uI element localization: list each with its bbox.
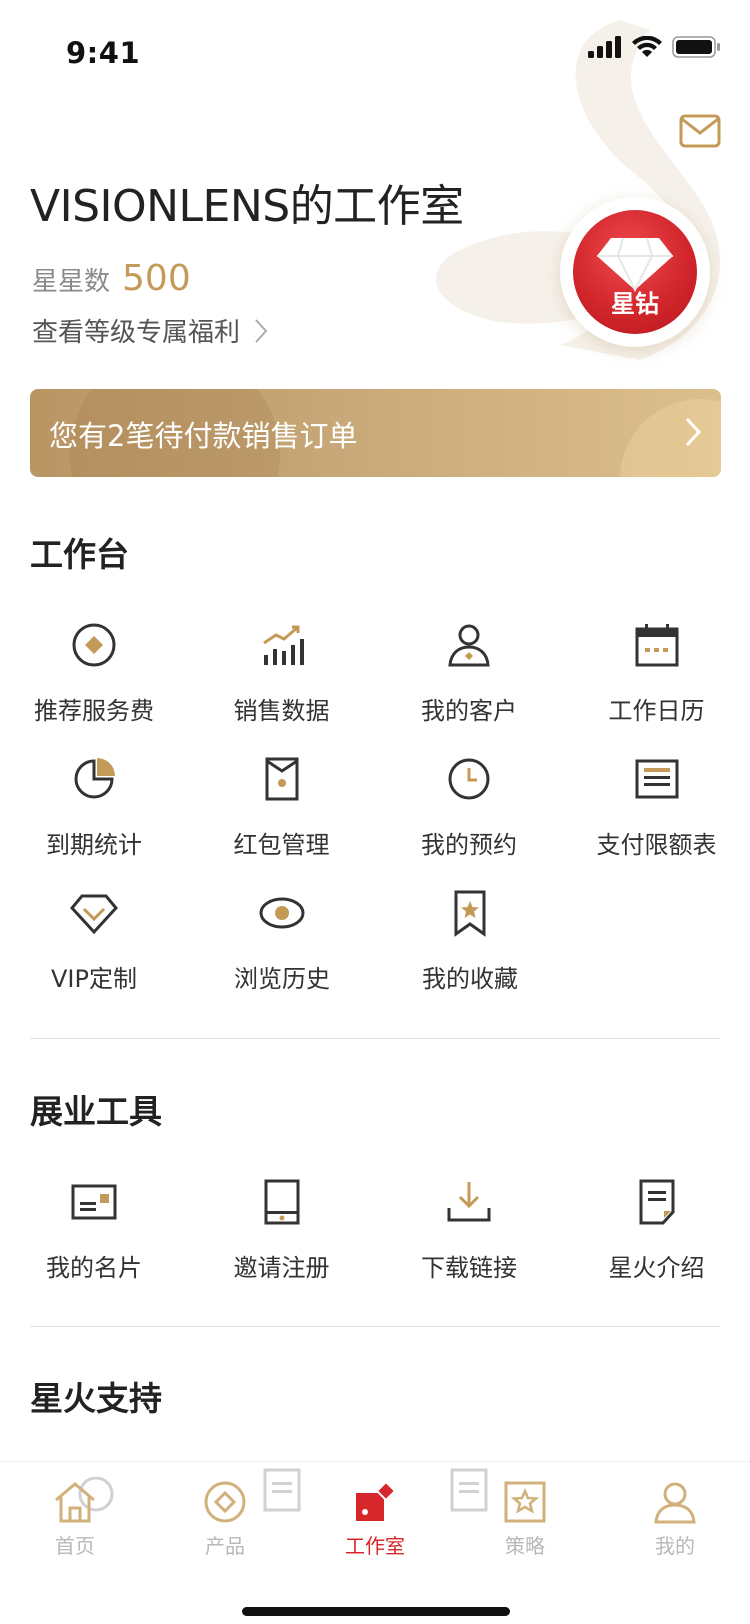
mail-icon[interactable] — [679, 114, 721, 148]
product-icon — [204, 1481, 246, 1523]
workbench-item-service-fee[interactable]: 推荐服务费 — [0, 621, 188, 755]
business-card-icon — [71, 1184, 117, 1220]
tab-products[interactable]: 产品 — [150, 1462, 300, 1572]
banner-decoration — [620, 399, 721, 477]
studio-page: 9:41 VISIONLENS的工作室 星星数 500 查看等级专属福利 星钻 … — [0, 0, 750, 1624]
eye-icon — [259, 897, 305, 929]
workbench-item-appointments[interactable]: 我的预约 — [375, 755, 563, 889]
chevron-right-icon — [255, 318, 268, 343]
workbench-item-label: 工作日历 — [608, 697, 705, 725]
level-badge-label: 星钻 — [611, 290, 659, 318]
tab-home[interactable]: 首页 — [0, 1462, 150, 1572]
pending-orders-banner[interactable]: 您有2笔待付款销售订单 — [30, 389, 721, 477]
customer-icon — [448, 624, 490, 667]
workbench-grid: 推荐服务费 销售数据 我的客户 工作日历 到期统计 红包管理 我的预约 支付限额… — [0, 621, 750, 1023]
workbench-item-calendar[interactable]: 工作日历 — [563, 621, 750, 755]
wifi-icon — [632, 36, 662, 57]
tools-item-business-card[interactable]: 我的名片 — [0, 1178, 188, 1312]
table-icon — [635, 759, 678, 799]
workbench-item-red-packet[interactable]: 红包管理 — [188, 755, 376, 889]
tools-item-invite[interactable]: 邀请注册 — [188, 1178, 376, 1312]
tools-item-introduction[interactable]: 星火介绍 — [563, 1178, 750, 1312]
workbench-item-label: 我的收藏 — [422, 965, 518, 993]
workbench-item-label: 推荐服务费 — [34, 697, 154, 725]
home-indicator — [242, 1607, 510, 1616]
bottom-tab-bar: 首页 产品 工作室 策略 我的 — [0, 1461, 750, 1624]
workbench-item-label: 到期统计 — [46, 831, 142, 859]
chevron-right-icon — [685, 417, 701, 447]
workbench-item-sales-data[interactable]: 销售数据 — [188, 621, 376, 755]
download-icon — [447, 1182, 491, 1222]
signal-icon — [588, 36, 621, 58]
diamond-icon — [70, 894, 118, 935]
workbench-item-label: 我的客户 — [421, 697, 517, 725]
workbench-item-label: 浏览历史 — [234, 965, 330, 993]
status-bar: 9:41 — [0, 0, 750, 100]
workbench-item-label: VIP定制 — [51, 965, 137, 993]
battery-icon — [672, 36, 720, 58]
tools-item-label: 我的名片 — [46, 1254, 142, 1282]
level-benefits-link[interactable]: 查看等级专属福利 — [32, 312, 268, 349]
tools-grid: 我的名片 邀请注册 下载链接 星火介绍 — [0, 1178, 750, 1312]
pie-chart-icon — [74, 758, 115, 799]
tab-studio[interactable]: 工作室 — [300, 1462, 450, 1572]
document-icon — [639, 1179, 674, 1225]
calendar-icon — [635, 624, 678, 667]
section-divider — [30, 1326, 721, 1327]
workbench-item-label: 支付限额表 — [596, 831, 717, 859]
red-packet-icon — [265, 757, 298, 801]
workbench-item-payment-limits[interactable]: 支付限额表 — [563, 755, 750, 889]
tab-label: 策略 — [505, 1534, 545, 1558]
level-badge-emblem: 星钻 — [573, 210, 697, 334]
tools-item-label: 星火介绍 — [608, 1254, 705, 1282]
workbench-item-label: 红包管理 — [233, 831, 330, 859]
pending-orders-text: 您有2笔待付款销售订单 — [49, 419, 358, 453]
level-badge[interactable]: 星钻 — [560, 197, 710, 347]
tab-strategy[interactable]: 策略 — [450, 1462, 600, 1572]
level-benefits-label: 查看等级专属福利 — [32, 318, 241, 348]
sales-chart-icon — [262, 625, 304, 665]
tools-item-label: 下载链接 — [421, 1254, 517, 1282]
workbench-title: 工作台 — [30, 535, 129, 574]
workbench-item-favorites[interactable]: 我的收藏 — [376, 889, 564, 1023]
status-icons — [588, 36, 720, 58]
tools-item-label: 邀请注册 — [233, 1254, 330, 1282]
bookmark-icon — [454, 890, 486, 937]
tab-label: 工作室 — [345, 1534, 405, 1558]
home-icon — [55, 1482, 95, 1523]
tools-title: 展业工具 — [30, 1092, 162, 1131]
workbench-item-vip[interactable]: VIP定制 — [0, 889, 188, 1023]
stars-value: 500 — [122, 258, 191, 299]
stars-row: 星星数 500 — [32, 258, 191, 299]
tab-label: 产品 — [205, 1534, 245, 1558]
strategy-icon — [504, 1481, 546, 1523]
tab-profile[interactable]: 我的 — [600, 1462, 750, 1572]
tab-label: 我的 — [655, 1534, 695, 1558]
workbench-item-history[interactable]: 浏览历史 — [188, 889, 376, 1023]
coin-icon — [72, 623, 116, 667]
workbench-item-label: 我的预约 — [421, 831, 517, 859]
workbench-item-expiry-stats[interactable]: 到期统计 — [0, 755, 188, 889]
profile-icon — [654, 1482, 696, 1524]
clock-icon — [448, 758, 490, 800]
studio-icon — [356, 1480, 397, 1521]
studio-title: VISIONLENS的工作室 — [30, 181, 464, 232]
section-divider — [30, 1038, 721, 1039]
workbench-item-label: 销售数据 — [233, 697, 330, 725]
tab-label: 首页 — [55, 1534, 95, 1558]
stars-label: 星星数 — [32, 267, 111, 297]
workbench-item-customers[interactable]: 我的客户 — [375, 621, 563, 755]
tablet-icon — [264, 1179, 299, 1225]
support-title: 星火支持 — [30, 1379, 162, 1418]
status-time: 9:41 — [66, 36, 141, 70]
tools-item-download[interactable]: 下载链接 — [375, 1178, 563, 1312]
